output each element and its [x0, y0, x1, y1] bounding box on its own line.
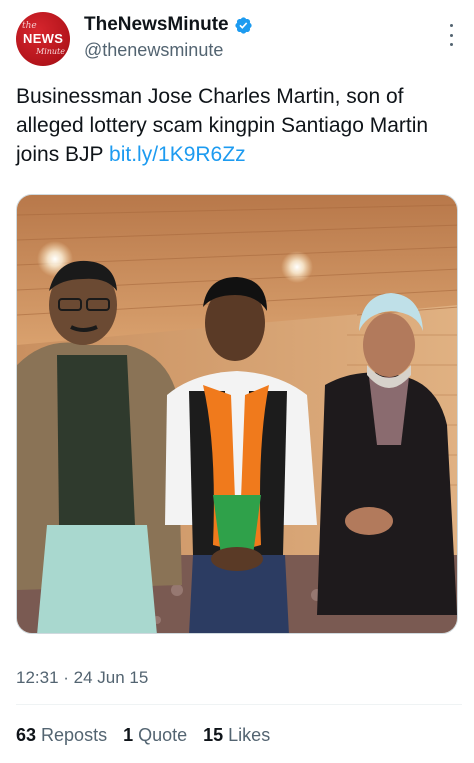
quotes-count: 1: [123, 725, 134, 745]
avatar-text-minute: Minute: [36, 47, 66, 56]
author-handle[interactable]: @thenewsminute: [84, 40, 223, 61]
author-name-row: TheNewsMinute: [84, 14, 253, 36]
tweet-link[interactable]: bit.ly/1K9R6Zz: [109, 143, 246, 166]
verified-badge-icon: [235, 16, 252, 34]
tweet-header: the NEWS Minute TheNewsMinute @thenewsmi…: [16, 12, 462, 70]
reposts-stat[interactable]: 63 Reposts: [16, 725, 107, 746]
more-vertical-icon[interactable]: [444, 24, 458, 46]
photo-illustration: [17, 195, 457, 633]
likes-label: Likes: [228, 725, 271, 745]
likes-stat[interactable]: 15 Likes: [203, 725, 270, 746]
tweet-photo[interactable]: [16, 194, 458, 634]
engagement-stats: 63 Reposts 1 Quote 15 Likes: [16, 725, 270, 746]
reposts-count: 63: [16, 725, 37, 745]
tweet-text: Businessman Jose Charles Martin, son of …: [16, 82, 462, 169]
reposts-label: Reposts: [41, 725, 108, 745]
avatar-text-the: the: [22, 21, 37, 31]
avatar[interactable]: the NEWS Minute: [16, 12, 70, 66]
quotes-stat[interactable]: 1 Quote: [123, 725, 187, 746]
avatar-text-news: NEWS: [23, 31, 64, 46]
author-display-name[interactable]: TheNewsMinute: [84, 14, 229, 36]
divider: [16, 704, 462, 705]
likes-count: 15: [203, 725, 224, 745]
tweet-timestamp[interactable]: 12:31 · 24 Jun 15: [16, 668, 148, 688]
quotes-label: Quote: [138, 725, 188, 745]
